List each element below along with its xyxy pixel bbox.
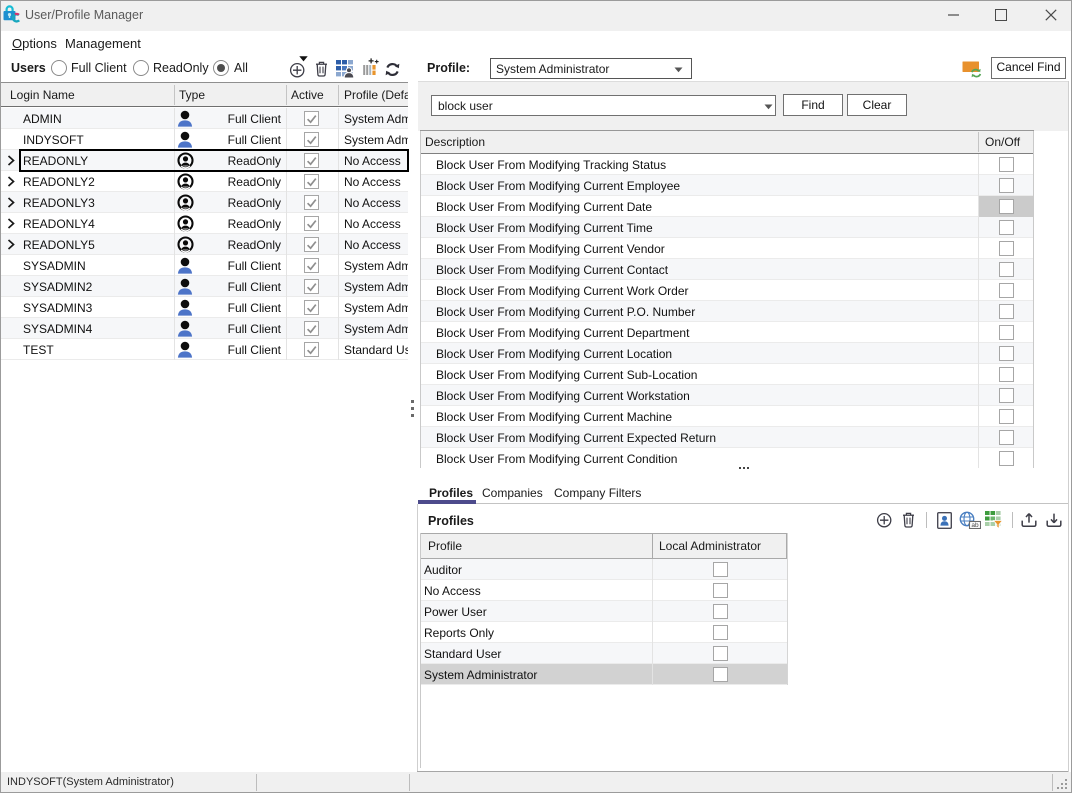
svg-text:ab: ab [971,522,979,529]
